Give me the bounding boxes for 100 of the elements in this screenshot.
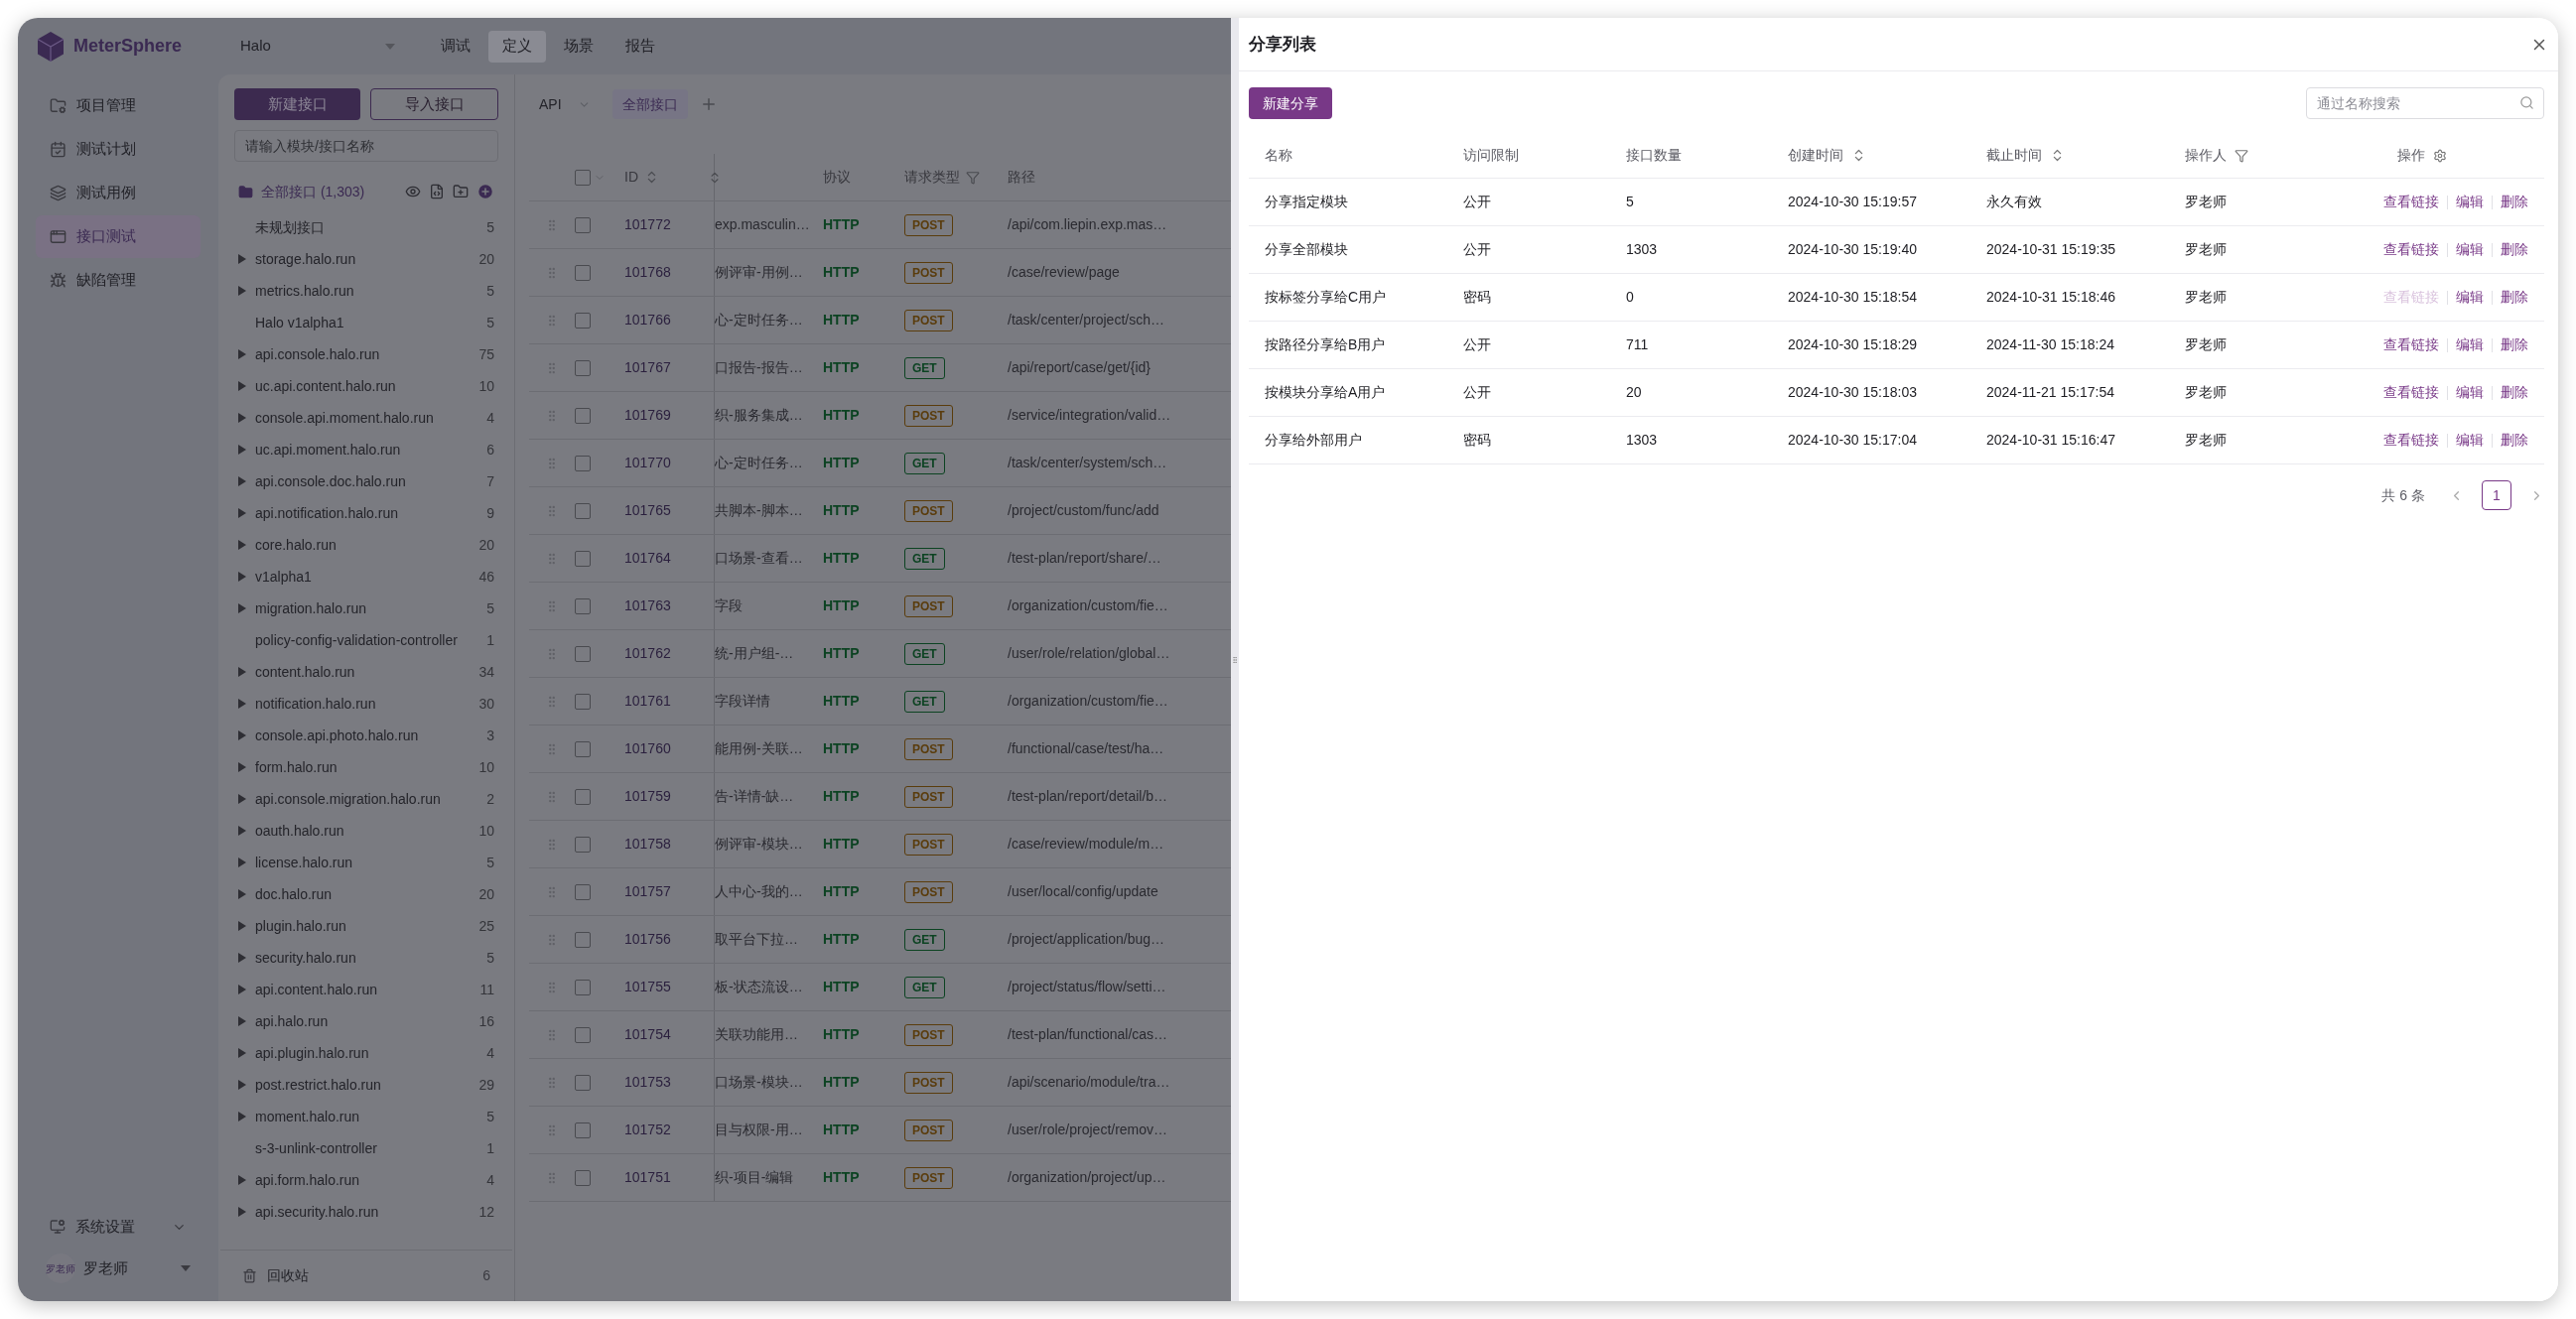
row-checkbox[interactable] <box>575 407 591 424</box>
caret-icon[interactable] <box>238 540 246 550</box>
nav-tab[interactable]: 场景 <box>550 30 608 63</box>
tree-item[interactable]: form.halo.run 10 <box>238 751 494 783</box>
row-checkbox[interactable] <box>575 693 591 710</box>
caret-icon[interactable] <box>238 476 246 486</box>
row-checkbox[interactable] <box>575 740 591 757</box>
id-cell[interactable]: 101751 <box>624 1167 714 1188</box>
row-checkbox[interactable] <box>575 931 591 948</box>
caret-icon[interactable] <box>238 445 246 455</box>
caret-icon[interactable] <box>238 1207 246 1217</box>
tree-item[interactable]: notification.halo.run 30 <box>238 688 494 720</box>
sidebar-item[interactable]: 测试计划 <box>36 128 201 171</box>
action-link[interactable]: 删除 <box>2501 334 2528 355</box>
tree-item[interactable]: console.api.moment.halo.run 4 <box>238 402 494 434</box>
sidebar-item[interactable]: 测试用例 <box>36 172 201 214</box>
row-checkbox[interactable] <box>575 836 591 853</box>
action-link[interactable]: 编辑 <box>2456 192 2484 212</box>
caret-icon[interactable] <box>238 254 246 264</box>
nav-tab[interactable]: 报告 <box>611 30 669 63</box>
row-checkbox[interactable] <box>575 550 591 567</box>
row-checkbox[interactable] <box>575 502 591 519</box>
id-cell[interactable]: 101770 <box>624 453 714 473</box>
folder-add-icon[interactable] <box>453 184 469 199</box>
action-link[interactable]: 编辑 <box>2456 287 2484 308</box>
action-link[interactable]: 删除 <box>2501 430 2528 451</box>
add-icon[interactable] <box>476 183 494 200</box>
action-link[interactable]: 查看链接 <box>2383 430 2439 451</box>
tree-item[interactable]: license.halo.run 5 <box>238 847 494 878</box>
recycle-bin-link[interactable]: 回收站 <box>267 1265 474 1286</box>
row-checkbox[interactable] <box>575 455 591 471</box>
row-checkbox[interactable] <box>575 883 591 900</box>
add-tab-icon[interactable] <box>700 95 718 113</box>
caret-icon[interactable] <box>238 1080 246 1090</box>
caret-icon[interactable] <box>238 381 246 391</box>
caret-icon[interactable] <box>238 826 246 836</box>
caret-icon[interactable] <box>238 985 246 994</box>
action-link[interactable]: 查看链接 <box>2383 192 2439 212</box>
action-link[interactable]: 删除 <box>2501 287 2528 308</box>
caret-icon[interactable] <box>238 889 246 899</box>
tree-item[interactable]: moment.halo.run 5 <box>238 1101 494 1132</box>
filter-icon[interactable] <box>966 170 980 185</box>
caret-icon[interactable] <box>238 508 246 518</box>
user-menu[interactable]: 罗老师 罗老师 <box>36 1252 201 1285</box>
id-cell[interactable]: 101772 <box>624 214 714 235</box>
tree-item[interactable]: api.notification.halo.run 9 <box>238 497 494 529</box>
caret-icon[interactable] <box>238 730 246 740</box>
tree-item[interactable]: api.halo.run 16 <box>238 1005 494 1037</box>
filter-icon[interactable] <box>2235 148 2248 163</box>
id-cell[interactable]: 101752 <box>624 1120 714 1140</box>
id-cell[interactable]: 101753 <box>624 1072 714 1093</box>
caret-icon[interactable] <box>238 572 246 582</box>
tree-item[interactable]: api.security.halo.run 12 <box>238 1196 494 1228</box>
row-checkbox[interactable] <box>575 979 591 995</box>
caret-icon[interactable] <box>238 953 246 963</box>
row-checkbox[interactable] <box>575 359 591 376</box>
caret-icon[interactable] <box>238 1175 246 1185</box>
new-share-button[interactable]: 新建分享 <box>1249 87 1332 119</box>
caret-icon[interactable] <box>238 603 246 613</box>
search-icon[interactable] <box>2519 95 2534 110</box>
caret-icon[interactable] <box>238 286 246 296</box>
tree-item[interactable]: api.console.migration.halo.run 2 <box>238 783 494 815</box>
nav-tab[interactable]: 定义 <box>488 30 546 63</box>
id-cell[interactable]: 101767 <box>624 357 714 378</box>
tree-item[interactable]: api.console.doc.halo.run 7 <box>238 465 494 497</box>
settings-icon[interactable] <box>2433 148 2447 163</box>
caret-icon[interactable] <box>238 349 246 359</box>
caret-icon[interactable] <box>238 921 246 931</box>
tree-item[interactable]: console.api.photo.halo.run 3 <box>238 720 494 751</box>
sidebar-item[interactable]: 项目管理 <box>36 84 201 127</box>
row-checkbox[interactable] <box>575 597 591 614</box>
settings-menu[interactable]: 系统设置 <box>36 1210 201 1244</box>
tree-item[interactable]: content.halo.run 34 <box>238 656 494 688</box>
caret-icon[interactable] <box>238 1112 246 1121</box>
caret-icon[interactable] <box>238 1048 246 1058</box>
sidebar-item[interactable]: 接口测试 <box>36 215 201 258</box>
id-cell[interactable]: 101769 <box>624 405 714 426</box>
caret-icon[interactable] <box>238 699 246 709</box>
tree-item[interactable]: s-3-unlink-controller 1 <box>238 1132 494 1164</box>
search-field[interactable]: 请输入模块/接口名称 <box>234 130 498 162</box>
tree-item[interactable]: security.halo.run 5 <box>238 942 494 974</box>
row-checkbox[interactable] <box>575 1074 591 1091</box>
row-checkbox[interactable] <box>575 1026 591 1043</box>
sidebar-item[interactable]: 缺陷管理 <box>36 259 201 302</box>
tree-item[interactable]: v1alpha1 46 <box>238 561 494 593</box>
action-link[interactable]: 编辑 <box>2456 430 2484 451</box>
tree-item[interactable]: core.halo.run 20 <box>238 529 494 561</box>
id-cell[interactable]: 101757 <box>624 881 714 902</box>
row-checkbox[interactable] <box>575 264 591 281</box>
row-checkbox[interactable] <box>575 312 591 329</box>
tree-item[interactable]: oauth.halo.run 10 <box>238 815 494 847</box>
action-link[interactable]: 编辑 <box>2456 239 2484 260</box>
action-link[interactable]: 编辑 <box>2456 382 2484 403</box>
id-cell[interactable]: 101758 <box>624 834 714 855</box>
tree-item[interactable]: api.content.halo.run 11 <box>238 974 494 1005</box>
select-all-checkbox[interactable] <box>575 169 591 186</box>
id-cell[interactable]: 101766 <box>624 310 714 330</box>
action-link[interactable]: 查看链接 <box>2383 382 2439 403</box>
action-link[interactable]: 查看链接 <box>2383 334 2439 355</box>
caret-icon[interactable] <box>238 857 246 867</box>
